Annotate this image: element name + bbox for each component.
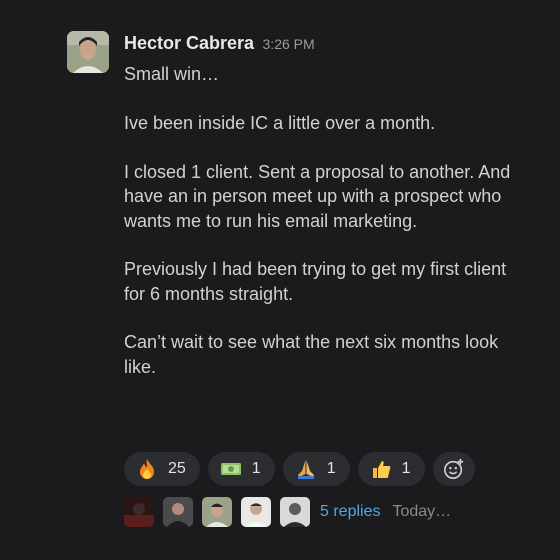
reply-avatar [124, 497, 154, 527]
thread-summary[interactable]: 5 replies Today… [124, 497, 451, 527]
message: Hector Cabrera 3:26 PM Small win… Ive be… [0, 0, 560, 560]
reply-avatar [280, 497, 310, 527]
message-paragraph: Small win… Ive been inside IC a little o… [124, 64, 436, 133]
reaction-fire[interactable]: 25 [124, 452, 200, 486]
reply-avatars [124, 497, 310, 527]
reply-avatar [163, 497, 193, 527]
add-emoji-icon [443, 458, 463, 479]
money-emoji-icon [220, 463, 241, 475]
fire-emoji-icon [140, 459, 154, 479]
reaction-count: 1 [251, 460, 261, 477]
praying-hands-emoji-icon [297, 460, 314, 479]
message-header: Hector Cabrera 3:26 PM [124, 33, 315, 54]
reaction-money[interactable]: 1 [207, 452, 275, 486]
message-timestamp[interactable]: 3:26 PM [263, 36, 315, 52]
message-body: Small win… Ive been inside IC a little o… [124, 62, 524, 403]
reactions-bar: 25 1 1 1 [124, 452, 475, 488]
reaction-thumbs-up[interactable]: 1 [357, 452, 425, 486]
add-reaction-button[interactable] [432, 452, 475, 486]
author-avatar[interactable] [67, 31, 109, 73]
reaction-count: 25 [168, 460, 186, 477]
reaction-count: 1 [326, 460, 336, 477]
author-name[interactable]: Hector Cabrera [124, 33, 254, 53]
message-paragraph: Previously I had been trying to get my f… [124, 259, 507, 304]
replies-link[interactable]: 5 replies [320, 503, 380, 521]
reply-avatar [202, 497, 232, 527]
message-paragraph: I closed 1 client. Sent a proposal to an… [124, 161, 511, 231]
thumbs-up-emoji-icon [372, 461, 391, 478]
reaction-praying-hands[interactable]: 1 [282, 452, 350, 486]
message-paragraph: Can’t wait to see what the next six mont… [124, 332, 499, 377]
last-reply-time: Today… [392, 503, 452, 520]
reaction-count: 1 [401, 460, 411, 477]
reply-avatar [241, 497, 271, 527]
